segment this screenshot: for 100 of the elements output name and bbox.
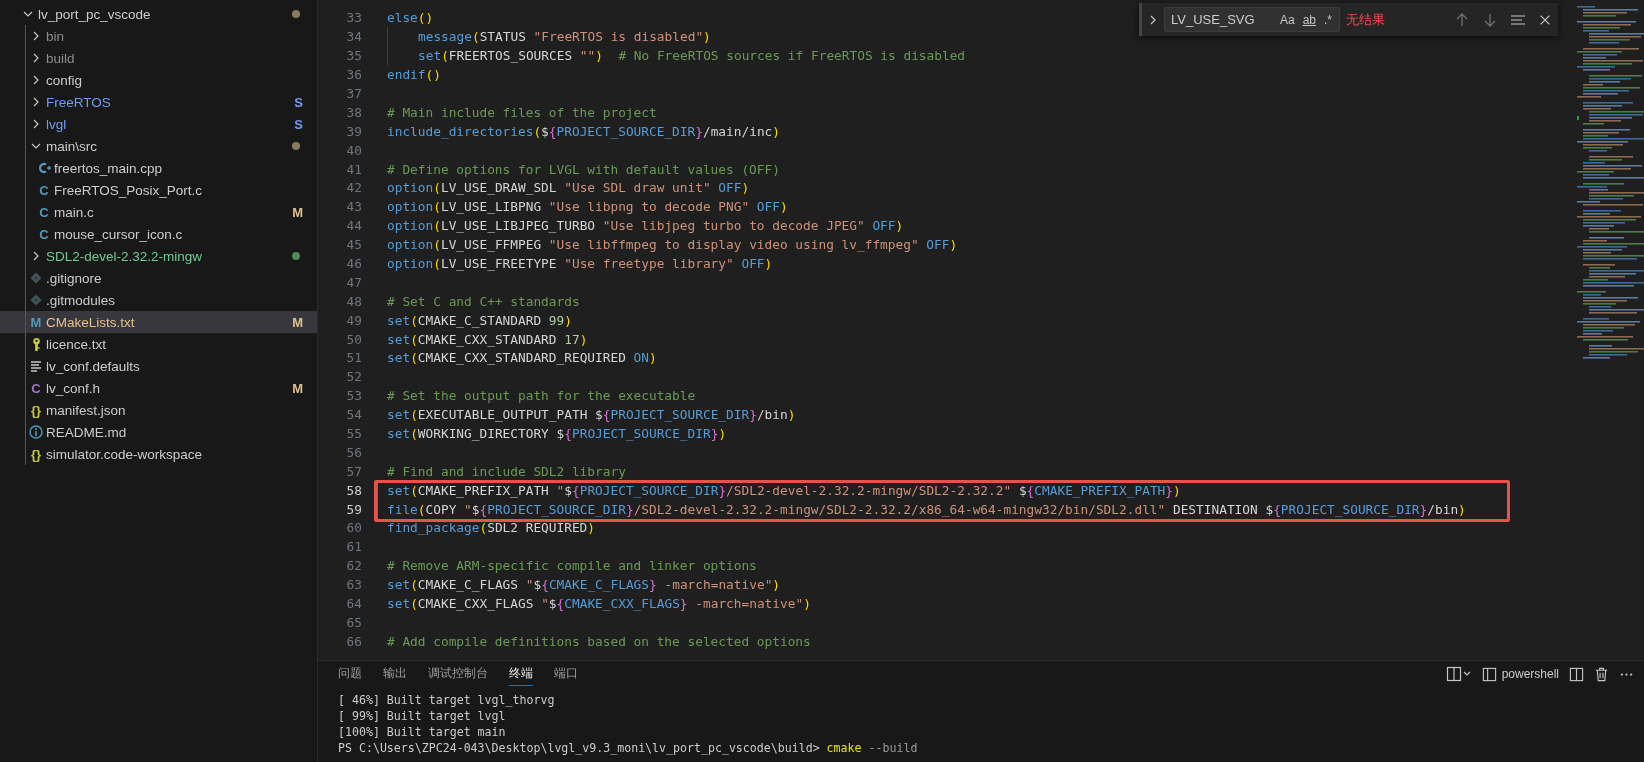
code-line: # Set C and C++ standards [387,293,580,309]
line-number: 60 [345,520,362,536]
find-option-toggle[interactable]: Aa [1276,11,1298,28]
panel-tab[interactable]: 终端 [509,662,533,686]
tree-item[interactable]: SDL2-devel-2.32.2-mingw [0,245,317,267]
code-line: set(CMAKE_CXX_FLAGS "${CMAKE_CXX_FLAGS} -march=native") [387,596,811,612]
line-number: 33 [345,10,362,26]
terminal-line: [ 46%] Built target lvgl_thorvg [338,692,555,708]
tree-item[interactable]: lv_port_pc_vscode [0,3,317,25]
line-number: 51 [345,350,362,366]
split-terminal-icon[interactable] [1569,666,1584,682]
chevron-icon [31,251,41,261]
tree-item[interactable]: FreeRTOS S [0,91,317,113]
c-plus-icon [37,161,51,175]
git-status-letter: M [292,204,303,220]
line-number: 37 [345,86,362,101]
chevron-icon [31,31,41,41]
code-line: # Main include files of the project [387,104,657,120]
terminal-line: [100%] Built target main [338,724,506,740]
tree-item[interactable]: {} manifest.json [0,399,317,421]
code-line: set(EXECUTABLE_OUTPUT_PATH ${PROJECT_SOURCE_DIR}/bin) [387,407,796,423]
tree-item[interactable]: config [0,69,317,91]
code-line: set(WORKING_DIRECTORY ${PROJECT_SOURCE_DIR}) [387,426,727,442]
panel-tab[interactable]: 调试控制台 [428,662,488,686]
code-line: option(LV_USE_FREETYPE "Use freetype library" OFF) [387,256,773,271]
tree-item[interactable]: C FreeRTOS_Posix_Port.c [0,179,317,201]
code-line: # Add compile definitions based on the selected options [387,633,811,649]
line-number: 44 [345,218,362,234]
text-lines-icon [30,360,42,372]
split-pane-icon [1481,666,1497,682]
find-option-toggle[interactable]: ab [1299,11,1319,28]
code-line: include_directories(${PROJECT_SOURCE_DIR}/main/inc) [387,123,780,139]
tree-item[interactable]: M CMakeLists.txt M [0,311,317,333]
file-type-icon: M [30,315,42,329]
line-number: 53 [345,388,362,404]
line-number: 52 [345,369,362,385]
panel-tab[interactable]: 端口 [554,662,578,686]
arrow-down-icon[interactable] [1482,11,1498,28]
tree-item[interactable]: .gitignore [0,267,317,289]
tree-item[interactable]: bin [0,25,317,47]
git-status-letter: S [294,94,303,110]
code-line: set(CMAKE_C_STANDARD 99) [387,312,572,328]
terminal-line: [ 99%] Built target lvgl [338,708,506,724]
trash-icon[interactable] [1594,666,1609,682]
line-number: 45 [345,237,362,253]
chevron-icon [31,119,41,129]
code-line: option(LV_USE_DRAW_SDL "Use SDL draw unit" OFF) [387,180,750,196]
line-number: 40 [345,142,362,158]
line-number: 50 [345,331,362,347]
chevron-icon [31,53,41,63]
file-type-icon: C [39,205,49,219]
line-number: 58 [345,482,362,498]
code-line: set(CMAKE_C_FLAGS "${CMAKE_C_FLAGS} -march=native") [387,577,781,593]
line-number: 65 [345,614,362,630]
diamond-icon [30,294,42,306]
line-number: 34 [345,29,362,45]
file-type-icon: C [39,227,49,241]
key-icon [30,336,42,352]
tree-item[interactable]: .gitmodules [0,289,317,311]
tree-item[interactable]: main\src [0,135,317,157]
line-number: 56 [345,444,362,460]
code-line: endif() [387,67,441,83]
code-line: set(CMAKE_PREFIX_PATH "${PROJECT_SOURCE_DIR}/SDL2-devel-2.32.2-mingw/SDL2-2.32.2" ${CMAKE_PREFIX_PATH}) [387,482,1181,498]
file-type-icon: C [39,183,49,197]
tree-item[interactable]: C main.c M [0,201,317,223]
tree-item[interactable]: C mouse_cursor_icon.c [0,223,317,245]
tree-item[interactable]: build [0,47,317,69]
layout-dropdown-icon[interactable] [1445,666,1472,682]
code-line: set(CMAKE_CXX_STANDARD_REQUIRED ON) [387,350,657,366]
panel-tab[interactable]: 输出 [383,662,407,686]
chevron-icon[interactable] [1148,14,1158,25]
search-field[interactable]: LV_USE_SVG Aa ab .* [1164,7,1340,32]
line-number: 39 [345,123,362,139]
arrow-up-icon[interactable] [1454,11,1470,28]
tree-item[interactable]: lvgl S [0,113,317,135]
git-status-letter: M [292,380,303,396]
tree-item[interactable]: lv_conf.defaults [0,355,317,377]
find-option-toggle[interactable]: .* [1321,11,1335,28]
code-line: set(FREERTOS_SOURCES "") # No FreeRTOS sources if FreeRTOS is disabled [418,48,966,64]
tree-item[interactable]: C lv_conf.h M [0,377,317,399]
line-number: 63 [345,577,362,593]
line-number: 62 [345,558,362,574]
terminal-line: PS C:\Users\ZPC24-043\Desktop\lvgl_v9.3_moni\lv_port_pc_vscode\build> cmake --build [338,740,918,756]
tree-item[interactable]: README.md [0,421,317,443]
tree-item[interactable]: {} simulator.code-workspace [0,443,317,465]
code-line: message(STATUS "FreeRTOS is disabled") [418,29,711,45]
line-number: 49 [345,312,362,328]
line-number: 48 [345,293,362,309]
line-number: 61 [345,539,362,555]
chevron-icon [31,75,41,85]
line-number: 41 [345,161,362,177]
line-number: 59 [345,501,362,517]
line-number: 64 [345,596,362,612]
tree-item[interactable]: freertos_main.cpp [0,157,317,179]
code-line: # Define options for LVGL with default values (OFF) [387,161,780,177]
tree-item[interactable]: licence.txt [0,333,317,355]
chevron-icon [23,9,33,19]
terminal-selector[interactable]: powershell [1481,666,1559,682]
line-number: 66 [345,633,362,649]
panel-tab[interactable]: 问题 [338,662,362,686]
